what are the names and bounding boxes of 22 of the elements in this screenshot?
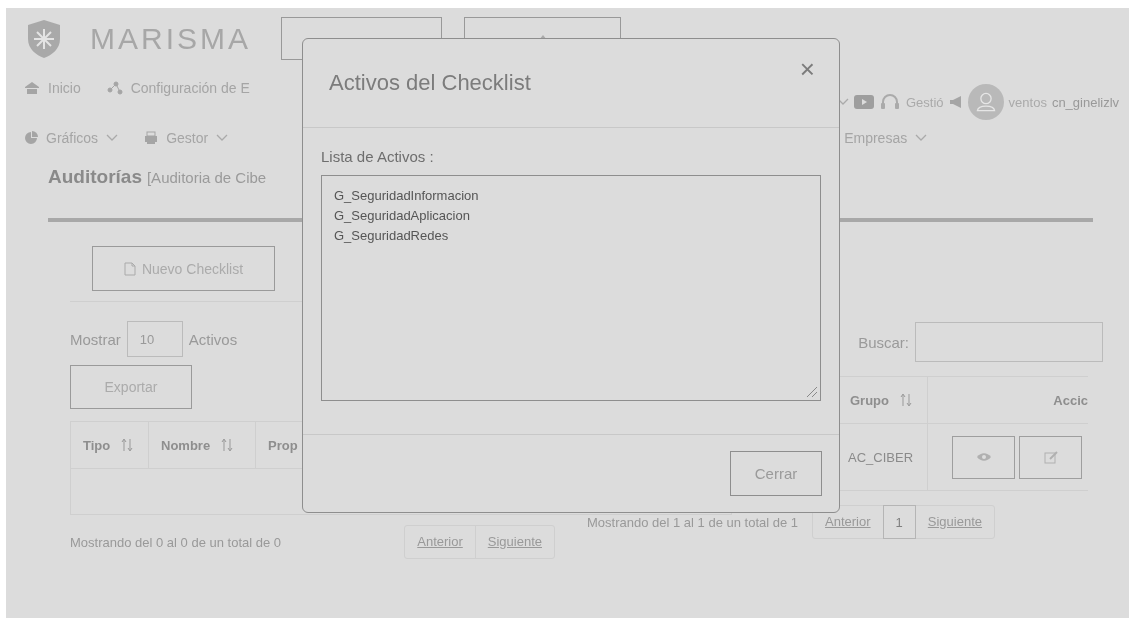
audit-name: [Auditoria de Cibe <box>146 169 267 186</box>
page-length-select[interactable]: 10 <box>126 321 183 357</box>
assets-textarea[interactable]: G_SeguridadInformacion G_SeguridadAplicacion G_SeguridadRedes <box>321 175 821 401</box>
table-info: Mostrando del 0 al 0 de un total de 0 <box>70 534 282 550</box>
field-label: Lista de Activos : <box>321 148 435 165</box>
column-header[interactable]: Tipo <box>71 422 149 468</box>
page-number[interactable]: 1 <box>882 505 916 539</box>
search-label: Buscar: <box>858 333 909 351</box>
column-header[interactable]: Accic <box>928 377 1088 423</box>
previous-page-link[interactable]: Anterior <box>405 526 475 558</box>
close-button[interactable]: × <box>793 53 821 86</box>
page-title: Auditorías <box>48 166 142 188</box>
previous-page-link[interactable]: Anterior <box>813 506 883 538</box>
table-info: Mostrando del 1 al 1 de un total de 1 <box>587 514 799 530</box>
length-label: Activos <box>188 330 238 348</box>
column-header[interactable]: Nombre <box>149 422 256 468</box>
close-dialog-button[interactable]: Cerrar <box>730 451 822 496</box>
next-page-link[interactable]: Siguiente <box>915 506 995 538</box>
username[interactable]: cn_ginelizlv <box>1051 94 1120 110</box>
length-label: Mostrar <box>70 330 121 348</box>
modal-title: Activos del Checklist <box>329 70 531 96</box>
next-page-link[interactable]: Siguiente <box>474 526 554 558</box>
